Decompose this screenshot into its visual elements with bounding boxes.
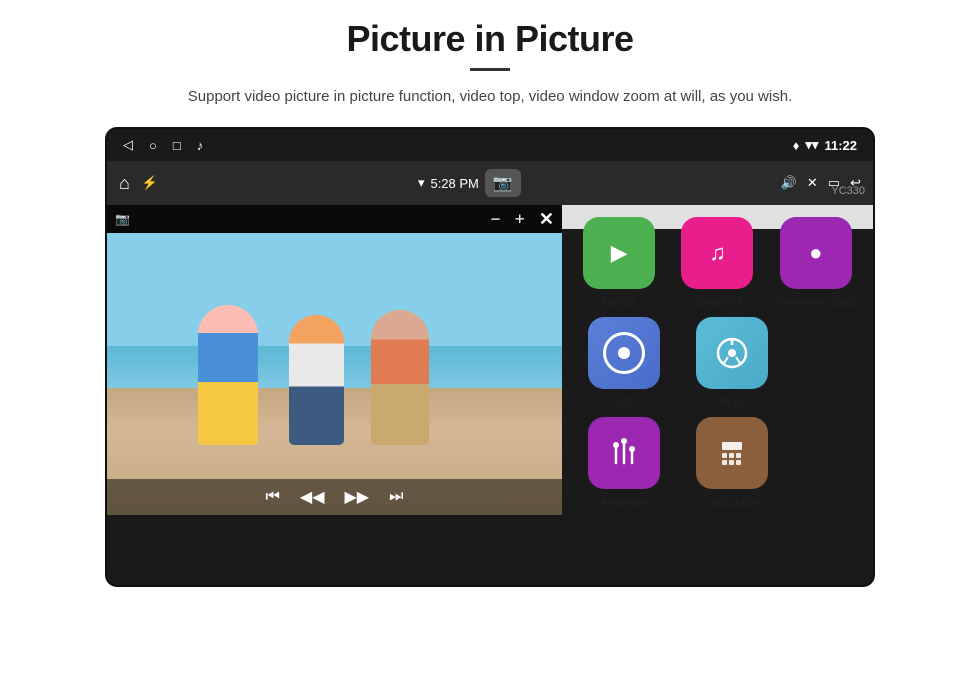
wheelkey-label: Wheelkey Study xyxy=(772,295,859,309)
netflix-label: Netflix xyxy=(602,295,635,309)
app-bar: ⌂ ⚡ ▾ 5:28 PM 📷 🔊 ✕ ▭ ↩ xyxy=(107,161,873,205)
pip-video: ⏮ ◀◀ ▶▶ ⏭ xyxy=(107,233,562,515)
pip-minimize-icon[interactable]: − xyxy=(490,209,500,230)
siriusxm-label: SiriusXM xyxy=(693,295,741,309)
location-icon: ♦ xyxy=(793,138,800,153)
recents-nav-icon[interactable]: □ xyxy=(173,138,181,153)
amplifier-label: Amplifier xyxy=(601,495,648,509)
video-playback-controls: ⏮ ◀◀ ▶▶ ⏭ xyxy=(107,479,562,515)
calculator-icon xyxy=(696,417,768,489)
person-3 xyxy=(371,310,429,445)
camera-button[interactable]: 📷 xyxy=(485,169,521,197)
app-siriusxm[interactable]: ♫ SiriusXM xyxy=(672,217,762,309)
app-netflix[interactable]: ▶ Netflix xyxy=(574,217,664,309)
page-title: Picture in Picture xyxy=(346,18,633,60)
back-nav-icon[interactable]: ◁ xyxy=(123,137,133,153)
calc-svg xyxy=(714,435,750,471)
status-bar-right: ♦ ▾▾ 11:22 xyxy=(793,137,857,153)
home-nav-icon[interactable]: ○ xyxy=(149,138,157,153)
subtitle: Support video picture in picture functio… xyxy=(188,85,792,109)
music-icon[interactable]: ♪ xyxy=(197,138,204,153)
person-2 xyxy=(289,315,344,445)
calculator-label: Calculator xyxy=(705,495,759,509)
avin-icon xyxy=(696,317,768,389)
app-row-bottom: Amplifier xyxy=(574,417,861,509)
amp-svg xyxy=(606,435,642,471)
avin-label: AVIN xyxy=(718,395,745,409)
wheelkey-icon: ● xyxy=(780,217,852,289)
clock: 11:22 xyxy=(824,138,857,153)
amplifier-icon xyxy=(588,417,660,489)
home-button[interactable]: ⌂ xyxy=(119,173,130,194)
person-1 xyxy=(198,305,258,445)
app-bar-time: 5:28 PM xyxy=(430,176,478,191)
pip-title-bar: 📷 − + ✕ xyxy=(107,205,562,233)
page-wrapper: Picture in Picture Support video picture… xyxy=(0,0,980,698)
app-row-middle: DVR AVIN xyxy=(574,317,861,409)
app-calculator[interactable]: Calculator xyxy=(682,417,782,509)
watermark: YC330 xyxy=(831,185,865,197)
app-avin[interactable]: AVIN xyxy=(682,317,782,409)
forward-button[interactable]: ▶▶ xyxy=(345,487,370,507)
siriusxm-icon: ♫ xyxy=(681,217,753,289)
pip-video-container[interactable]: 📷 − + ✕ ⏮ ◀◀ ▶▶ xyxy=(107,205,562,515)
avin-svg xyxy=(714,335,750,371)
rewind-button[interactable]: ⏮ xyxy=(265,488,279,506)
status-bar-left: ◁ ○ □ ♪ xyxy=(123,137,203,153)
next-button[interactable]: ⏭ xyxy=(389,488,403,506)
wifi-icon: ▾ xyxy=(418,175,425,191)
dvr-dot xyxy=(618,347,630,359)
dvr-inner-circle xyxy=(603,332,645,374)
app-bar-center: ▾ 5:28 PM 📷 xyxy=(418,169,521,197)
app-grid: ▶ Netflix ♫ SiriusXM ● Wheelkey Study xyxy=(562,205,873,229)
status-bar: ◁ ○ □ ♪ ♦ ▾▾ 11:22 xyxy=(107,129,873,161)
app-dvr[interactable]: DVR xyxy=(574,317,674,409)
pip-maximize-icon[interactable]: + xyxy=(515,209,525,230)
beach-scene xyxy=(107,233,562,515)
title-divider xyxy=(470,68,510,71)
pip-controls-bar: − + ✕ xyxy=(490,209,554,230)
usb-icon: ⚡ xyxy=(142,175,158,191)
wifi-signal-icon: ▾▾ xyxy=(805,137,818,153)
device-frame: ◁ ○ □ ♪ ♦ ▾▾ 11:22 ⌂ ⚡ ▾ 5:28 PM 📷 xyxy=(105,127,875,587)
pip-camera-icon: 📷 xyxy=(115,212,130,227)
app-amplifier[interactable]: Amplifier xyxy=(574,417,674,509)
close-icon[interactable]: ✕ xyxy=(807,175,818,191)
app-wheelkey[interactable]: ● Wheelkey Study xyxy=(771,217,861,309)
dvr-icon xyxy=(588,317,660,389)
back-button-video[interactable]: ◀◀ xyxy=(300,487,325,507)
dvr-label: DVR xyxy=(611,395,636,409)
volume-icon[interactable]: 🔊 xyxy=(781,175,797,191)
app-row-top: ▶ Netflix ♫ SiriusXM ● Wheelkey Study xyxy=(574,217,861,309)
pip-close-icon[interactable]: ✕ xyxy=(539,209,554,230)
app-bar-left: ⌂ ⚡ xyxy=(119,173,158,194)
netflix-icon: ▶ xyxy=(583,217,655,289)
